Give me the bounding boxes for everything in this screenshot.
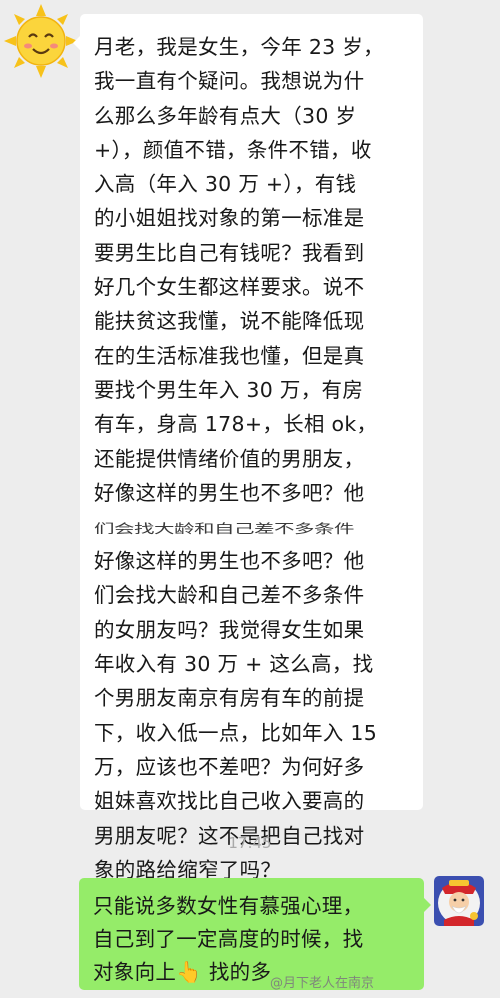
message-line: 在的生活标准我也懂，但是真 xyxy=(94,343,365,368)
reply-line: 只能说多数女性有慕强心理， xyxy=(93,894,364,918)
message-line: 的女朋友吗？我觉得女生如果 xyxy=(94,617,365,642)
sun-avatar-icon[interactable] xyxy=(2,2,80,80)
message-line: 姐妹喜欢找比自己收入要高的 xyxy=(94,789,365,814)
message-line: 好几个女生都这样要求。说不 xyxy=(94,275,365,300)
message-timestamp: 17:45 xyxy=(228,834,272,852)
garbled-message-line: 们会找大龄和自己差不多条件 xyxy=(94,521,355,537)
message-line: 们会找大龄和自己差不多条件 xyxy=(94,583,365,608)
watermark: @月下老人在南京 xyxy=(270,976,375,991)
message-line: 好像这样的男生也不多吧？他 xyxy=(94,480,365,505)
message-line: 下，收入低一点，比如年入 15 xyxy=(94,720,378,745)
message-line: 的小姐姐找对象的第一标准是 xyxy=(94,206,365,231)
message-line: 要男生比自己有钱呢？我看到 xyxy=(94,240,365,265)
matchmaker-avatar-icon[interactable] xyxy=(434,876,484,926)
message-line: 月老，我是女生，今年 23 岁， xyxy=(94,35,384,59)
incoming-message-bubble[interactable]: 月老，我是女生，今年 23 岁， 我一直有个疑问。我想说为什 么那么多年龄有点大… xyxy=(73,14,423,882)
message-line: 能扶贫这我懂，说不能降低现 xyxy=(94,309,365,334)
message-line: 还能提供情绪价值的男朋友， xyxy=(94,446,365,471)
message-line: 我一直有个疑问。我想说为什 xyxy=(94,69,365,94)
message-line: 入高（年入 30 万 +），有钱 xyxy=(94,172,357,197)
bubble-tail xyxy=(73,36,80,50)
message-line: 有车，身高 178+，长相 ok， xyxy=(94,412,378,437)
message-line: 个男朋友南京有房有车的前提 xyxy=(94,686,365,711)
message-line: +），颜值不错，条件不错，收 xyxy=(94,137,372,162)
bubble-tail xyxy=(424,898,431,912)
reply-line: 自己到了一定高度的时候，找 xyxy=(93,927,364,951)
message-line: 年收入有 30 万 + 这么高，找 xyxy=(94,652,374,677)
message-line: 要找个男生年入 30 万，有房 xyxy=(94,377,364,402)
message-line: 么那么多年龄有点大（30 岁 xyxy=(94,103,357,128)
message-line: 好像这样的男生也不多吧？他 xyxy=(94,549,365,574)
message-line: 万，应该也不差吧？为何好多 xyxy=(94,754,365,779)
